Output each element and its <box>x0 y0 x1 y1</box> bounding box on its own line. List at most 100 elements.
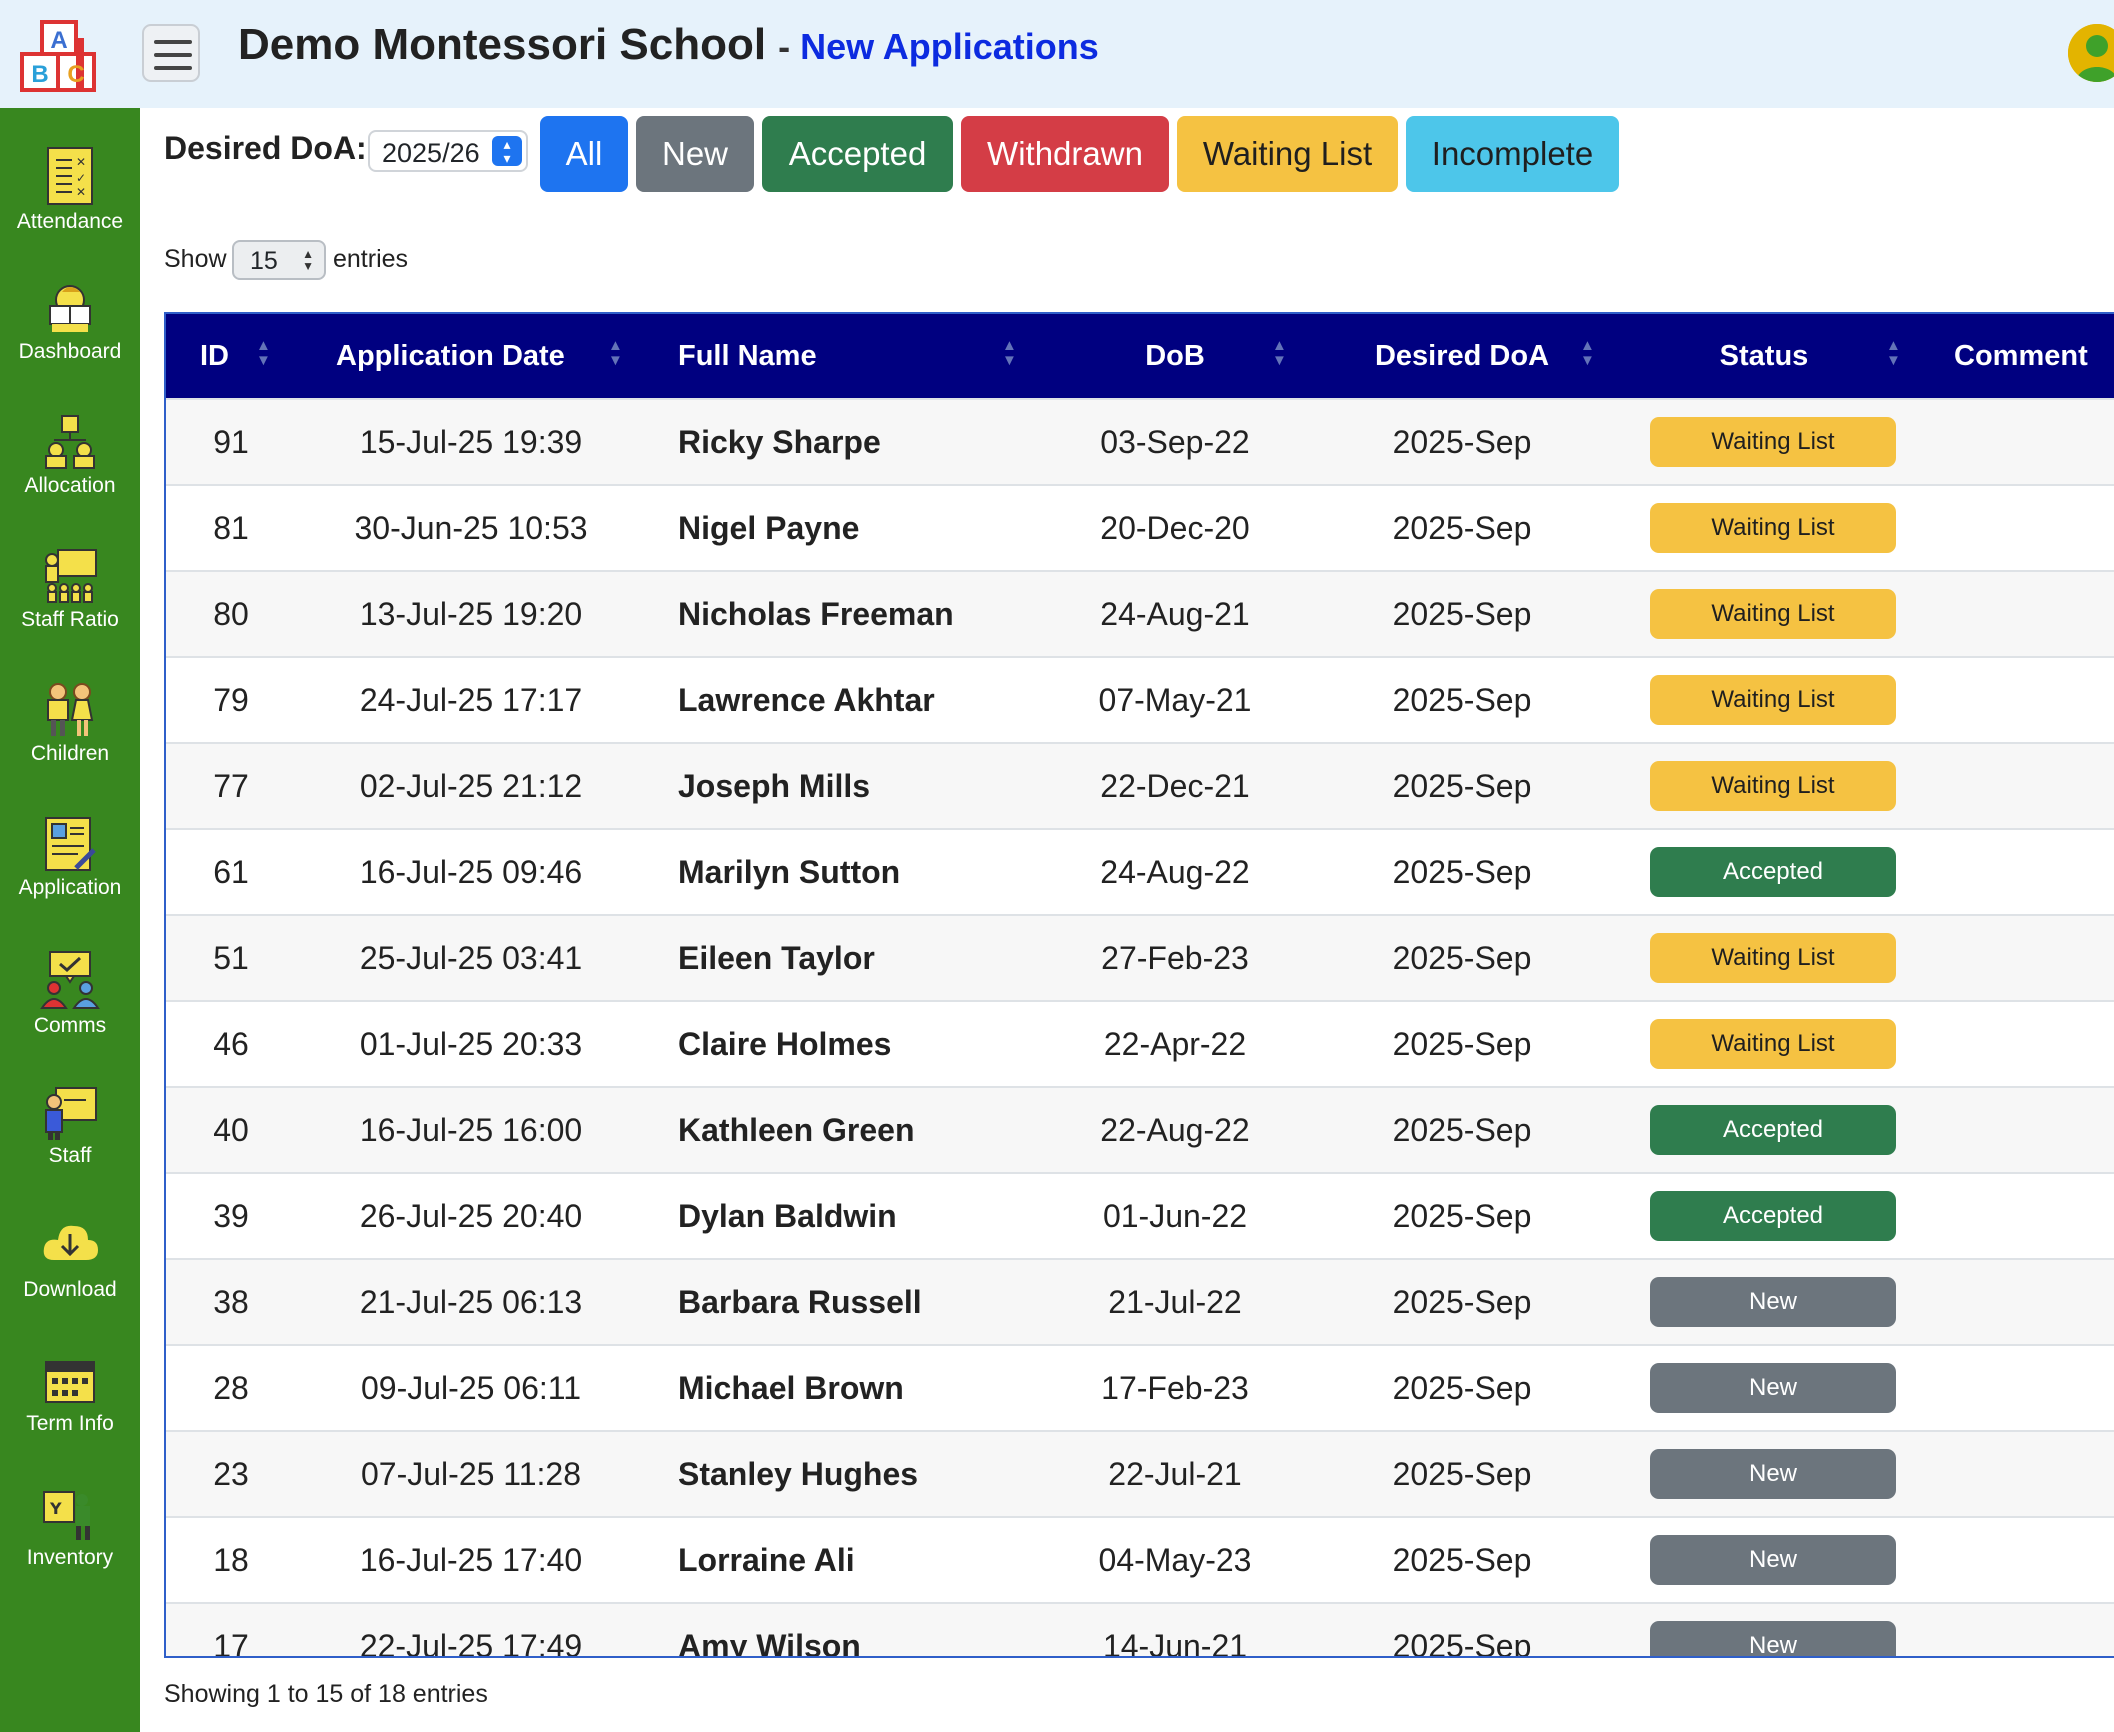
cell-dob: 04-May-23 <box>1040 1516 1310 1603</box>
column-header-label: Full Name <box>678 339 817 372</box>
table-row[interactable]: 80 13-Jul-25 19:20 Nicholas Freeman 24-Aug-… <box>166 570 2114 657</box>
status-badge[interactable]: Waiting List <box>1650 675 1896 725</box>
cell-id: 77 <box>166 742 296 829</box>
sidebar-item-staff-ratio[interactable]: Staff Ratio <box>0 548 140 682</box>
entries-per-page-select[interactable]: 15 ▲ ▼ <box>232 240 326 280</box>
column-header-desired-doa[interactable]: Desired DoA ▲ ▼ <box>1310 314 1614 399</box>
status-badge[interactable]: New <box>1650 1535 1896 1585</box>
table-row[interactable]: 23 07-Jul-25 11:28 Stanley Hughes 22-Jul-21… <box>166 1430 2114 1517</box>
sidebar-item-inventory[interactable]: Y Inventory <box>0 1486 140 1620</box>
table-row[interactable]: 40 16-Jul-25 16:00 Kathleen Green 22-Aug-22… <box>166 1086 2114 1173</box>
svg-text:Y: Y <box>49 1499 62 1518</box>
user-avatar[interactable] <box>2068 24 2114 82</box>
cell-full-name: Nigel Payne <box>646 484 1040 571</box>
status-badge[interactable]: Waiting List <box>1650 589 1896 639</box>
cell-application-date: 21-Jul-25 06:13 <box>296 1258 646 1345</box>
cell-status: New <box>1614 1602 1914 1656</box>
cell-desired-doa: 2025-Sep <box>1310 398 1614 485</box>
status-badge[interactable]: Waiting List <box>1650 761 1896 811</box>
column-header-id[interactable]: ID ▲ ▼ <box>166 314 296 399</box>
cell-id: 79 <box>166 656 296 743</box>
sidebar-item-download[interactable]: Download <box>0 1218 140 1352</box>
sidebar-item-attendance[interactable]: ✕ ✓ ✕ Attendance <box>0 146 140 280</box>
user-avatar-icon <box>2068 24 2114 82</box>
entries-per-page-value: 15 <box>250 247 278 275</box>
cell-desired-doa: 2025-Sep <box>1310 1086 1614 1173</box>
cell-comment <box>1914 1344 2114 1431</box>
dashboard-icon <box>49 285 91 332</box>
status-badge[interactable]: Waiting List <box>1650 503 1896 553</box>
sidebar-item-comms[interactable]: Comms <box>0 950 140 1084</box>
column-header-full-name[interactable]: Full Name ▲ ▼ <box>646 314 1040 399</box>
column-header-application-date[interactable]: Application Date ▲ ▼ <box>296 314 646 399</box>
cell-comment <box>1914 398 2114 485</box>
table-row[interactable]: 28 09-Jul-25 06:11 Michael Brown 17-Feb-23 2… <box>166 1344 2114 1431</box>
table-row[interactable]: 17 22-Jul-25 17:49 Amy Wilson 14-Jun-21 2025… <box>166 1602 2114 1656</box>
sidebar-label: Application <box>18 876 122 899</box>
status-badge[interactable]: New <box>1650 1621 1896 1656</box>
sidebar-label: Children <box>30 742 110 765</box>
cell-comment <box>1914 1516 2114 1603</box>
cell-comment <box>1914 1000 2114 1087</box>
staff-icon <box>45 1087 97 1140</box>
cell-desired-doa: 2025-Sep <box>1310 1602 1614 1656</box>
cell-comment <box>1914 656 2114 743</box>
table-row[interactable]: 61 16-Jul-25 09:46 Marilyn Sutton 24-Aug-22… <box>166 828 2114 915</box>
cell-application-date: 30-Jun-25 10:53 <box>296 484 646 571</box>
cell-full-name: Eileen Taylor <box>646 914 1040 1001</box>
cell-dob: 01-Jun-22 <box>1040 1172 1310 1259</box>
sidebar-item-staff[interactable]: Staff <box>0 1084 140 1218</box>
table-row[interactable]: 46 01-Jul-25 20:33 Claire Holmes 22-Apr-22 2… <box>166 1000 2114 1087</box>
filter-incomplete-button[interactable]: Incomplete <box>1406 116 1619 192</box>
status-badge[interactable]: New <box>1650 1449 1896 1499</box>
column-header-dob[interactable]: DoB ▲ ▼ <box>1040 314 1310 399</box>
status-badge[interactable]: Waiting List <box>1650 1019 1896 1069</box>
filter-new-button[interactable]: New <box>636 116 754 192</box>
desired-doa-select[interactable]: 2025/26 ▴ ▾ <box>368 130 528 172</box>
cell-desired-doa: 2025-Sep <box>1310 656 1614 743</box>
filter-waiting-list-button[interactable]: Waiting List <box>1177 116 1398 192</box>
status-badge[interactable]: New <box>1650 1277 1896 1327</box>
sidebar-label: Staff <box>48 1144 92 1167</box>
table-row[interactable]: 77 02-Jul-25 21:12 Joseph Mills 22-Dec-21 20… <box>166 742 2114 829</box>
status-badge[interactable]: Accepted <box>1650 1191 1896 1241</box>
table-row[interactable]: 91 15-Jul-25 19:39 Ricky Sharpe 03-Sep-22 20… <box>166 398 2114 485</box>
column-header-status[interactable]: Status ▲ ▼ <box>1614 314 1914 399</box>
abc-blocks-logo-icon[interactable]: A B C <box>18 20 102 94</box>
sidebar-item-children[interactable]: Children <box>0 682 140 816</box>
school-name: Demo Montessori School <box>238 20 767 69</box>
cell-full-name: Marilyn Sutton <box>646 828 1040 915</box>
sidebar-item-allocation[interactable]: Allocation <box>0 414 140 548</box>
table-row[interactable]: 79 24-Jul-25 17:17 Lawrence Akhtar 07-May-2… <box>166 656 2114 743</box>
cell-full-name: Joseph Mills <box>646 742 1040 829</box>
menu-toggle-button[interactable] <box>142 24 200 82</box>
svg-text:A: A <box>50 27 67 54</box>
cell-application-date: 13-Jul-25 19:20 <box>296 570 646 657</box>
page-header: Demo Montessori School - New Applications <box>238 20 1099 70</box>
sidebar: ✕ ✓ ✕ Attendance Dashboard Allocation St… <box>0 108 140 1732</box>
cell-id: 91 <box>166 398 296 485</box>
cell-comment <box>1914 828 2114 915</box>
cell-dob: 22-Dec-21 <box>1040 742 1310 829</box>
status-badge[interactable]: Waiting List <box>1650 933 1896 983</box>
column-header-label: Desired DoA <box>1374 339 1550 372</box>
status-badge[interactable]: Accepted <box>1650 847 1896 897</box>
column-header-comment[interactable]: Comment <box>1914 314 2114 399</box>
application-icon <box>45 817 96 871</box>
sidebar-item-application[interactable]: Application <box>0 816 140 950</box>
table-row[interactable]: 38 21-Jul-25 06:13 Barbara Russell 21-Jul-2… <box>166 1258 2114 1345</box>
filter-withdrawn-button[interactable]: Withdrawn <box>961 116 1169 192</box>
sidebar-item-term-info[interactable]: Term Info <box>0 1352 140 1486</box>
table-row[interactable]: 39 26-Jul-25 20:40 Dylan Baldwin 01-Jun-22 2… <box>166 1172 2114 1259</box>
filter-all-button[interactable]: All <box>540 116 628 192</box>
sidebar-item-dashboard[interactable]: Dashboard <box>0 280 140 414</box>
sidebar-label: Comms <box>33 1014 107 1037</box>
status-badge[interactable]: New <box>1650 1363 1896 1413</box>
filter-accepted-button[interactable]: Accepted <box>762 116 953 192</box>
cell-desired-doa: 2025-Sep <box>1310 1000 1614 1087</box>
table-row[interactable]: 18 16-Jul-25 17:40 Lorraine Ali 04-May-23 20… <box>166 1516 2114 1603</box>
table-row[interactable]: 81 30-Jun-25 10:53 Nigel Payne 20-Dec-20 202… <box>166 484 2114 571</box>
table-row[interactable]: 51 25-Jul-25 03:41 Eileen Taylor 27-Feb-23 2… <box>166 914 2114 1001</box>
status-badge[interactable]: Waiting List <box>1650 417 1896 467</box>
status-badge[interactable]: Accepted <box>1650 1105 1896 1155</box>
